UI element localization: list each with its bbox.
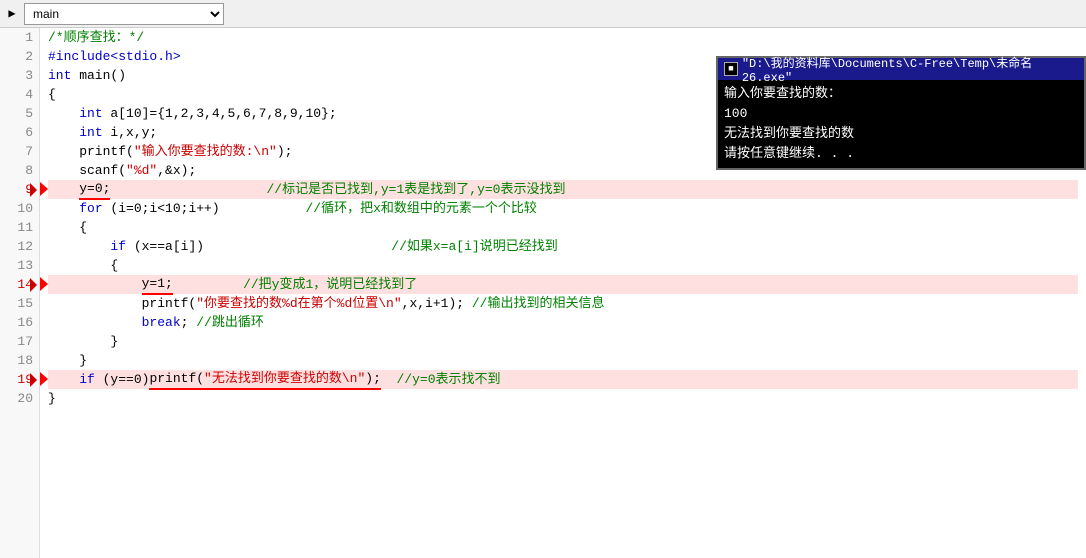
ln-20: 20 [0,389,33,408]
console-title: "D:\我的资料库\Documents\C-Free\Temp\未命名26.ex… [742,54,1078,85]
code-line-16: break; //跳出循环 [48,313,1078,332]
ln-11: 11 [0,218,33,237]
console-icon: ■ [724,62,738,76]
function-selector[interactable]: main [24,3,224,25]
console-body: 输入你要查找的数： 100 无法找到你要查找的数 请按任意键继续. . . [718,80,1084,168]
console-window: ■ "D:\我的资料库\Documents\C-Free\Temp\未命名26.… [716,56,1086,170]
ln-2: 2 [0,47,33,66]
code-line-18: } [48,351,1078,370]
code-line-14: y=1; //把y变成1，说明已经找到了 [48,275,1078,294]
ln-12: 12 [0,237,33,256]
code-line-15: printf("你要查找的数%d在第个%d位置\n",x,i+1); //输出找… [48,294,1078,313]
ln-10: 10 [0,199,33,218]
ln-1: 1 [0,28,33,47]
ln-5: 5 [0,104,33,123]
run-icon: ▶ [4,6,20,22]
arrow-14 [40,277,48,291]
ln-15: 15 [0,294,33,313]
code-line-20: } [48,389,1078,408]
arrow-9 [40,182,48,196]
console-line-1: 输入你要查找的数： [724,84,1078,104]
code-line-12: if (x==a[i]) //如果x=a[i]说明已经找到 [48,237,1078,256]
console-titlebar: ■ "D:\我的资料库\Documents\C-Free\Temp\未命名26.… [718,58,1084,80]
code-line-13: { [48,256,1078,275]
code-line-19: if (y==0)printf("无法找到你要查找的数\n"); //y=0表示… [48,370,1078,389]
ln-17: 17 [0,332,33,351]
ln-8: 8 [0,161,33,180]
line-numbers: 1 2 3 4 5 6 7 8 9 10 11 12 13 14 15 16 1… [0,28,40,558]
ln-4: 4 [0,85,33,104]
code-line-9: y=0; //标记是否已找到,y=1表是找到了,y=0表示没找到 [48,180,1078,199]
ln-3: 3 [0,66,33,85]
editor-container: 1 2 3 4 5 6 7 8 9 10 11 12 13 14 15 16 1… [0,28,1086,558]
code-line-10: for (i=0;i<10;i++) //循环，把x和数组中的元素一个个比较 [48,199,1078,218]
ln-14: 14 [0,275,33,294]
ln-6: 6 [0,123,33,142]
ln-13: 13 [0,256,33,275]
console-line-4: 请按任意键继续. . . [724,144,1078,164]
ln-9: 9 [0,180,33,199]
ln-16: 16 [0,313,33,332]
ln-18: 18 [0,351,33,370]
arrow-19 [40,372,48,386]
code-line-17: } [48,332,1078,351]
code-line-1: /*顺序查找：*/ [48,28,1078,47]
console-line-2: 100 [724,104,1078,124]
ln-7: 7 [0,142,33,161]
ln-19: 19 [0,370,33,389]
toolbar: ▶ main [0,0,1086,28]
code-line-11: { [48,218,1078,237]
console-line-3: 无法找到你要查找的数 [724,124,1078,144]
